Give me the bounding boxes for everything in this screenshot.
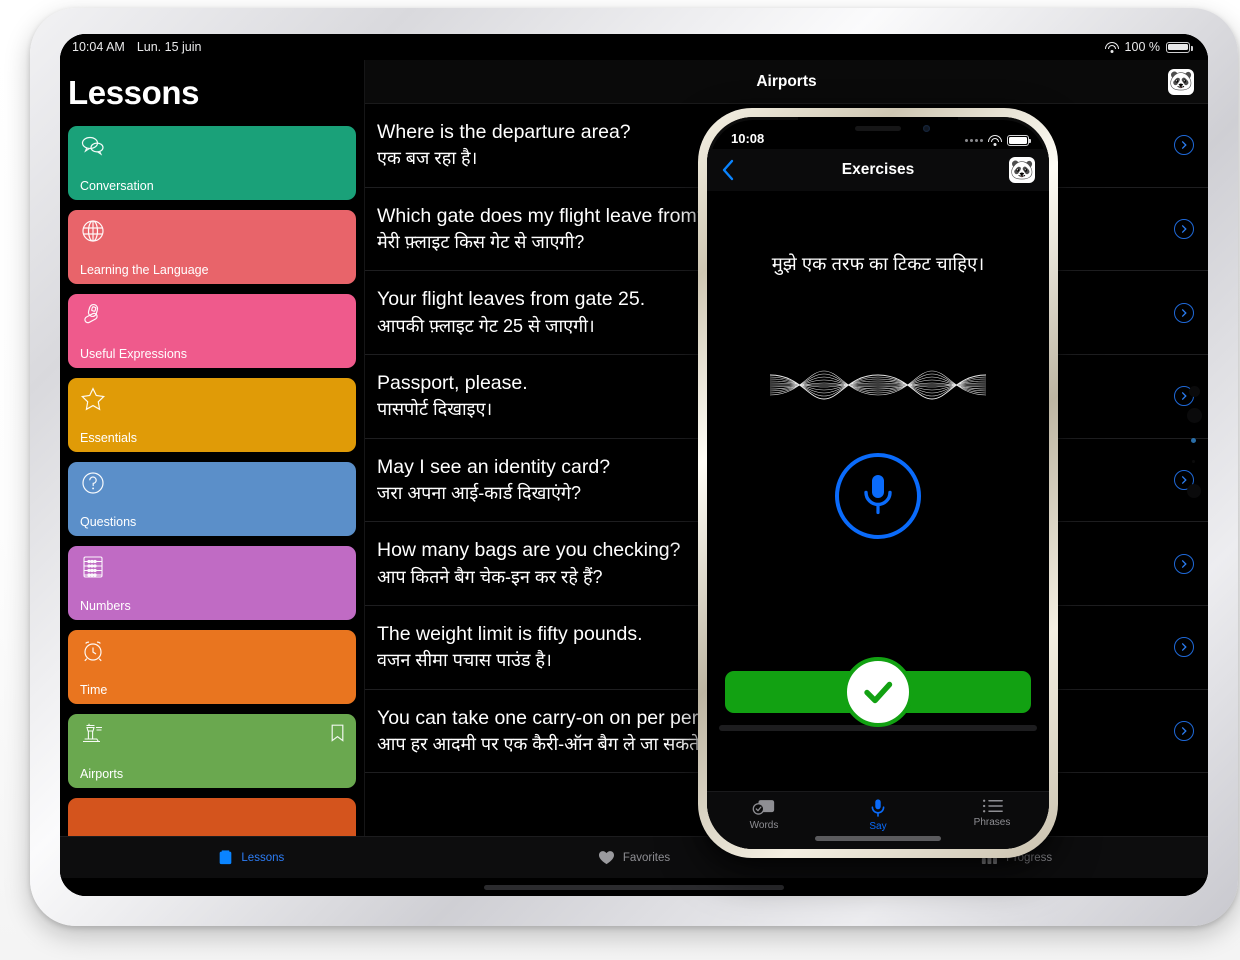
iphone-title: Exercises bbox=[841, 161, 915, 178]
panda-avatar[interactable]: 🐼 bbox=[1168, 68, 1194, 95]
tab-label: Favorites bbox=[622, 851, 671, 864]
iphone-home-indicator[interactable] bbox=[815, 836, 941, 841]
detail-title: Airports bbox=[756, 72, 817, 90]
battery-icon bbox=[1007, 135, 1031, 146]
abacus-icon bbox=[80, 554, 106, 580]
wifi-icon bbox=[988, 135, 1002, 146]
lesson-list[interactable]: Conversation Learning the Language Usefu… bbox=[60, 126, 364, 836]
tab-lessons[interactable]: Lessons bbox=[60, 849, 443, 866]
chevron-right-circle-icon[interactable] bbox=[1174, 302, 1194, 323]
sidebar-item-next-partial[interactable] bbox=[68, 798, 356, 836]
tab-words[interactable]: Words bbox=[707, 798, 821, 831]
sidebar-item-label: Useful Expressions bbox=[80, 347, 187, 361]
exercise-phrase: मुझे एक तरफ का टिकट चाहिए। bbox=[771, 253, 985, 274]
checkmark-icon[interactable] bbox=[843, 657, 913, 727]
front-camera-icon bbox=[923, 125, 930, 132]
sidebar-item-numbers[interactable]: Numbers bbox=[68, 546, 356, 620]
ipad-status-date: Lun. 15 juin bbox=[136, 40, 202, 54]
earpiece-speaker bbox=[855, 126, 901, 131]
tab-label: Lessons bbox=[241, 851, 285, 864]
flashcard-check-icon bbox=[752, 798, 776, 817]
signal-dots-icon bbox=[965, 139, 983, 142]
book-icon bbox=[218, 849, 233, 866]
sidebar-item-label: Essentials bbox=[80, 431, 137, 445]
exercise-progress bbox=[725, 657, 1031, 727]
tab-say[interactable]: Say bbox=[821, 798, 935, 832]
exercise-body: मुझे एक तरफ का टिकट चाहिए। bbox=[707, 191, 1049, 791]
ipad-status-bar: 10:04 AM Lun. 15 juin 100 % bbox=[60, 34, 1208, 60]
sidebar-item-label: Numbers bbox=[80, 599, 131, 613]
screenshot-stage: 10:04 AM Lun. 15 juin 100 % Lessons Conv… bbox=[0, 0, 1240, 960]
sidebar-item-time[interactable]: Time bbox=[68, 630, 356, 704]
sidebar-item-label: Questions bbox=[80, 515, 137, 529]
wifi-icon bbox=[1104, 41, 1119, 53]
speech-bubbles-icon bbox=[80, 134, 106, 160]
control-tower-icon bbox=[80, 722, 106, 748]
tab-phrases[interactable]: Phrases bbox=[935, 798, 1049, 828]
microphone-icon bbox=[870, 798, 886, 818]
sidebar-item-label: Learning the Language bbox=[80, 263, 209, 277]
sidebar-item-label: Airports bbox=[80, 767, 124, 781]
sidebar-item-airports[interactable]: Airports bbox=[68, 714, 356, 788]
chevron-right-circle-icon[interactable] bbox=[1174, 637, 1194, 658]
tab-label: Phrases bbox=[973, 817, 1011, 828]
heart-icon bbox=[598, 850, 615, 865]
ipad-sensor-dots bbox=[1186, 386, 1202, 566]
sidebar-item-questions[interactable]: Questions bbox=[68, 462, 356, 536]
sidebar-item-label: Time bbox=[80, 683, 108, 697]
page-title: Lessons bbox=[68, 74, 200, 111]
ipad-home-indicator[interactable] bbox=[60, 878, 1208, 896]
iphone-status-time: 10:08 bbox=[731, 131, 765, 146]
sidebar-item-useful-expressions[interactable]: Useful Expressions bbox=[68, 294, 356, 368]
bookmark-icon[interactable] bbox=[331, 724, 344, 742]
ipad-battery-percent: 100 % bbox=[1124, 40, 1160, 54]
record-mic-button[interactable] bbox=[835, 453, 921, 539]
chevron-right-circle-icon[interactable] bbox=[1174, 135, 1194, 156]
list-icon bbox=[982, 798, 1003, 814]
iphone-notch bbox=[798, 117, 958, 143]
sidebar-item-essentials[interactable]: Essentials bbox=[68, 378, 356, 452]
globe-icon bbox=[80, 218, 106, 244]
microphone-icon bbox=[861, 473, 895, 519]
iphone-device-frame: 10:08 Exercises 🐼 मुझे एक तरफ का टिकट चा… bbox=[698, 108, 1058, 858]
chevron-left-icon[interactable] bbox=[721, 158, 743, 182]
detail-nav-bar: Airports 🐼 bbox=[365, 60, 1208, 104]
sidebar-item-learning-the-language[interactable]: Learning the Language bbox=[68, 210, 356, 284]
chevron-right-circle-icon[interactable] bbox=[1174, 219, 1194, 239]
iphone-nav-bar: Exercises 🐼 bbox=[707, 149, 1049, 191]
iphone-screen: 10:08 Exercises 🐼 मुझे एक तरफ का टिकट चा… bbox=[707, 117, 1049, 849]
sidebar-item-label: Conversation bbox=[80, 179, 154, 193]
star-icon bbox=[80, 386, 106, 412]
question-mark-icon bbox=[80, 470, 106, 496]
swiss-knife-icon bbox=[80, 302, 106, 328]
sidebar: Lessons Conversation Learning the Langua… bbox=[60, 60, 365, 836]
alarm-clock-icon bbox=[80, 638, 106, 664]
battery-icon bbox=[1166, 41, 1193, 53]
sidebar-item-conversation[interactable]: Conversation bbox=[68, 126, 356, 200]
tab-label: Words bbox=[749, 820, 779, 831]
audio-waveform-icon bbox=[770, 351, 986, 421]
panda-avatar[interactable]: 🐼 bbox=[1009, 157, 1035, 183]
tab-label: Say bbox=[869, 821, 887, 832]
chevron-right-circle-icon[interactable] bbox=[1174, 721, 1194, 742]
ipad-status-time: 10:04 AM bbox=[72, 40, 125, 54]
